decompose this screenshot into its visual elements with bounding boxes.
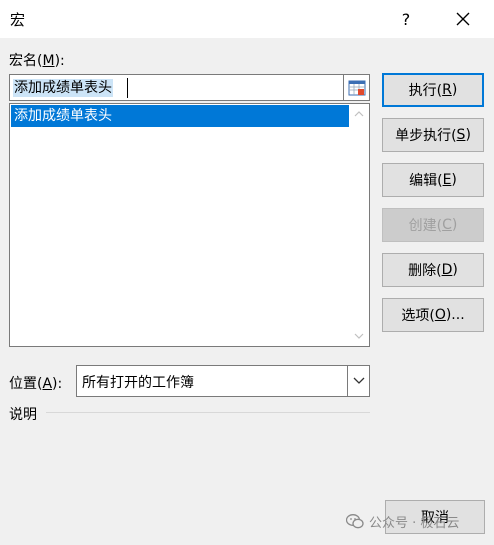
run-button[interactable]: 执行(R) xyxy=(382,73,484,107)
chevron-down-icon xyxy=(353,377,364,384)
wechat-icon xyxy=(346,514,364,529)
options-button[interactable]: 选项(O)... xyxy=(382,298,484,332)
description-divider xyxy=(46,412,370,413)
title-bar: 宏 ? xyxy=(0,0,494,38)
scroll-down-icon[interactable] xyxy=(349,326,369,346)
text-caret xyxy=(127,78,128,98)
close-button[interactable] xyxy=(448,6,478,32)
help-button[interactable]: ? xyxy=(392,6,420,32)
list-item[interactable]: 添加成绩单表头 xyxy=(11,105,349,127)
macro-name-input[interactable]: 添加成绩单表头 xyxy=(9,74,344,101)
scroll-up-icon[interactable] xyxy=(349,104,369,124)
dialog-title: 宏 xyxy=(10,11,26,29)
dropdown-button[interactable] xyxy=(347,366,369,396)
macro-list[interactable]: 添加成绩单表头 xyxy=(9,103,370,347)
location-label: 位置(A): xyxy=(9,376,63,392)
watermark: 公众号 · 极石云 xyxy=(346,512,459,531)
close-icon xyxy=(456,12,470,26)
location-select[interactable]: 所有打开的工作簿 xyxy=(76,365,370,397)
macro-name-label: 宏名(M): xyxy=(9,53,65,69)
watermark-text: 公众号 · 极石云 xyxy=(369,516,460,531)
range-picker-button[interactable] xyxy=(344,74,370,101)
description-label: 说明 xyxy=(9,407,37,423)
macro-dialog: 宏 ? 宏名(M): 添加成绩单表头 添加成绩单表头 执行(R) 单步执行(… xyxy=(0,0,494,545)
vertical-scrollbar[interactable] xyxy=(349,104,369,346)
edit-button[interactable]: 编辑(E) xyxy=(382,163,484,197)
location-value: 所有打开的工作簿 xyxy=(82,375,194,391)
delete-button[interactable]: 删除(D) xyxy=(382,253,484,287)
macro-name-value: 添加成绩单表头 xyxy=(13,79,113,97)
range-select-icon xyxy=(348,80,365,95)
create-button: 创建(C) xyxy=(382,208,484,242)
step-into-button[interactable]: 单步执行(S) xyxy=(382,118,484,152)
